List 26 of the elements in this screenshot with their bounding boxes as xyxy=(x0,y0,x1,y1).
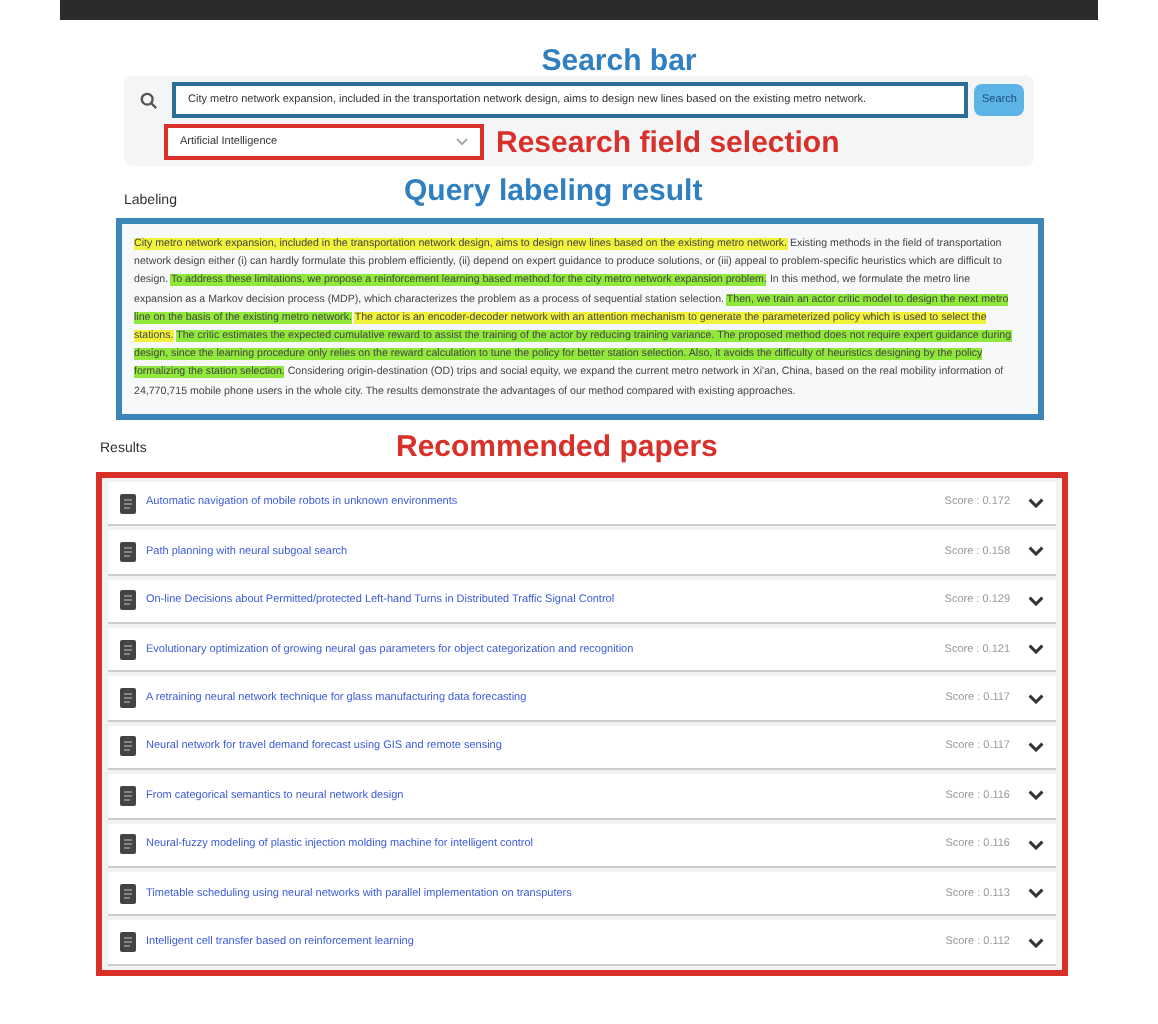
annotation-label: Query labeling result xyxy=(404,176,703,206)
annotation-label: Research field selection xyxy=(496,127,840,157)
chevron-down-icon[interactable] xyxy=(1028,644,1044,655)
annotation-label: Recommended papers xyxy=(396,431,718,462)
chevron-down-icon[interactable] xyxy=(1028,595,1044,606)
document-icon xyxy=(120,785,136,806)
document-icon xyxy=(120,834,136,855)
chevron-down-icon[interactable] xyxy=(1028,546,1044,557)
chevron-down-icon[interactable] xyxy=(1028,790,1044,801)
document-icon xyxy=(120,932,136,953)
chevron-down-icon[interactable] xyxy=(1028,839,1044,850)
chevron-down-icon[interactable] xyxy=(1028,741,1044,752)
document-icon xyxy=(120,590,136,611)
document-icon xyxy=(120,493,136,514)
document-icon xyxy=(120,541,136,562)
search-icon xyxy=(140,91,158,109)
document-icon xyxy=(120,736,136,757)
document-icon xyxy=(120,688,136,709)
chevron-down-icon[interactable] xyxy=(1028,937,1044,948)
document-icon xyxy=(120,883,136,904)
chevron-down-icon[interactable] xyxy=(1028,693,1044,704)
chevron-down-icon xyxy=(456,138,468,146)
document-icon xyxy=(120,639,136,660)
chevron-down-icon[interactable] xyxy=(1028,888,1044,899)
chevron-down-icon[interactable] xyxy=(1028,498,1044,509)
annotation-label: Search bar xyxy=(541,46,697,76)
